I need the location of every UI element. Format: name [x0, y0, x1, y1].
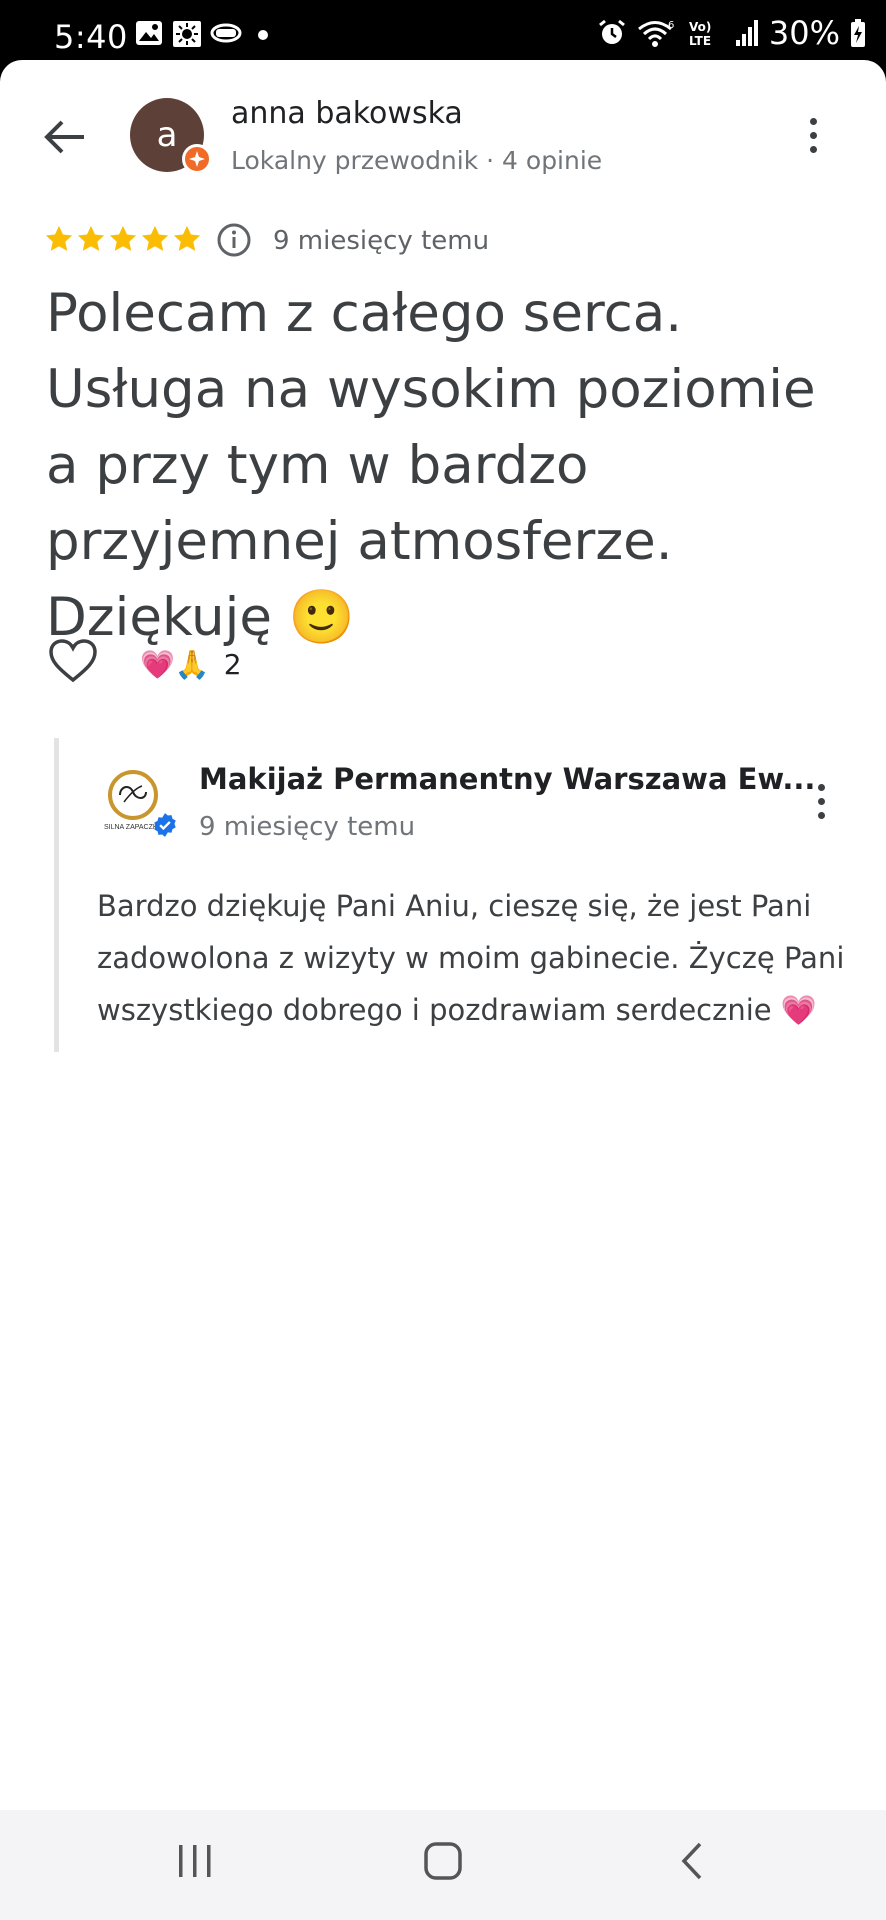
battery-charging-icon: [851, 19, 865, 47]
svg-text:Vo): Vo): [689, 20, 711, 34]
star-icon: [173, 225, 201, 251]
reaction-count: 2: [223, 648, 242, 681]
home-icon: [424, 1842, 462, 1880]
gallery-icon: [136, 21, 162, 45]
back-button[interactable]: [40, 112, 90, 162]
volte-icon: Vo) LTE: [689, 20, 711, 48]
recent-apps-button[interactable]: [172, 1838, 218, 1884]
owner-reply-date: 9 miesięcy temu: [199, 812, 416, 842]
system-nav-bar: [0, 1810, 886, 1920]
reply-more-options-button[interactable]: [806, 776, 836, 826]
review-text: Polecam z całego serca. Usługa na wysoki…: [46, 283, 816, 648]
review-date: 9 miesięcy temu: [273, 226, 490, 256]
more-options-button[interactable]: [798, 110, 828, 160]
svg-text:6: 6: [668, 20, 674, 31]
star-icon: [141, 225, 169, 251]
like-button[interactable]: [48, 638, 98, 689]
reviewer-meta: Lokalny przewodnik · 4 opinie: [231, 146, 603, 175]
recents-icon: [179, 1845, 211, 1877]
reviewer-name[interactable]: anna bakowska: [231, 96, 463, 131]
wifi-icon: 6: [637, 20, 674, 47]
owner-reply-text: Bardzo dziękuję Pani Aniu, cieszę się, ż…: [97, 889, 845, 1027]
signal-icon: [735, 20, 758, 46]
notification-dot-icon: [258, 30, 268, 40]
status-time: 5:40: [54, 18, 128, 56]
local-guide-star-icon: [189, 151, 205, 167]
alarm-icon: [598, 19, 625, 44]
star-icon: [77, 225, 105, 251]
status-right-group: 6 Vo) LTE 30%: [597, 14, 866, 52]
heart-outline-icon: [49, 639, 97, 683]
arrow-back-icon: [44, 120, 84, 154]
status-bar: 5:40 6 Vo) LTE 30%: [0, 0, 886, 62]
battery-percent: 30%: [768, 14, 840, 52]
svg-text:LTE: LTE: [689, 34, 711, 48]
owner-logo[interactable]: [108, 770, 158, 820]
reaction-emojis: 💗🙏: [140, 649, 210, 680]
star-icon: [45, 225, 73, 251]
star-icon: [109, 225, 137, 251]
more-vert-icon: [817, 783, 825, 791]
reply-indent-bar: [54, 738, 59, 1052]
owner-logo-monogram: [119, 785, 147, 803]
chevron-left-icon: [681, 1842, 702, 1880]
owner-name[interactable]: Makijaż Permanentny Warszawa Ew...: [199, 762, 815, 796]
local-guide-badge: [182, 144, 212, 174]
verified-icon: [154, 813, 176, 837]
star-rating: [44, 224, 202, 254]
app-notification-icon: [210, 23, 242, 43]
home-button[interactable]: [420, 1838, 466, 1884]
reactions-summary[interactable]: 💗🙏 2: [140, 648, 242, 681]
info-icon[interactable]: [216, 222, 252, 258]
weather-icon: [173, 21, 201, 47]
more-vert-icon: [809, 117, 817, 125]
system-back-button[interactable]: [668, 1838, 714, 1884]
avatar-letter: a: [156, 115, 178, 155]
